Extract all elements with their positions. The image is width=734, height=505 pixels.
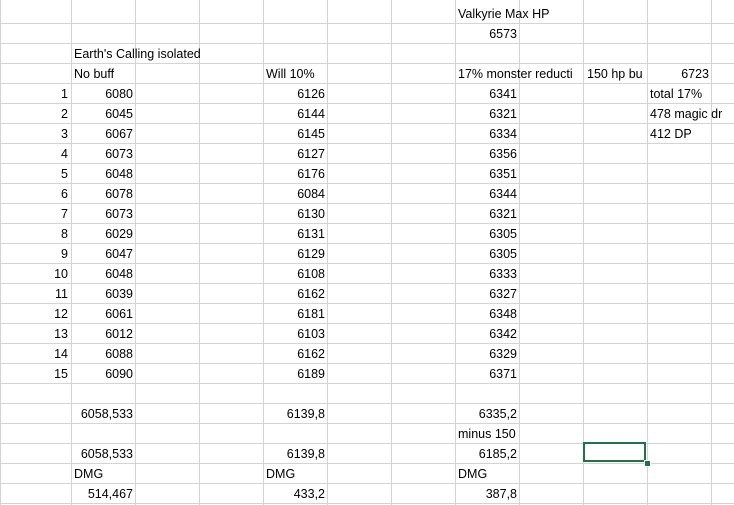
cell-monster[interactable]: 6341: [455, 84, 517, 104]
cell-monster[interactable]: 6334: [455, 124, 517, 144]
cell-monster[interactable]: 6356: [455, 144, 517, 164]
selected-cell[interactable]: [583, 442, 646, 462]
cell-monster[interactable]: 6351: [455, 164, 517, 184]
cell-avg-no-buff[interactable]: 6058,533: [71, 404, 133, 424]
gridline: [583, 0, 584, 505]
cell-will[interactable]: 6176: [263, 164, 325, 184]
cell-valkyrie-header[interactable]: Valkyrie Max HP: [458, 4, 588, 24]
cell-will[interactable]: 6162: [263, 344, 325, 364]
row-index[interactable]: 2: [0, 104, 68, 124]
gridline: [0, 23, 734, 24]
cell-note-dp[interactable]: 412 DP: [650, 124, 712, 144]
row-index[interactable]: 7: [0, 204, 68, 224]
cell-no-buff[interactable]: 6012: [71, 324, 133, 344]
row-index[interactable]: 5: [0, 164, 68, 184]
spreadsheet-grid: Valkyrie Max HP 6573 Earth's Calling iso…: [0, 0, 734, 505]
row-index[interactable]: 1: [0, 84, 68, 104]
cell-dmg-label[interactable]: DMG: [458, 464, 518, 484]
cell-monster[interactable]: 6371: [455, 364, 517, 384]
cell-no-buff[interactable]: 6080: [71, 84, 133, 104]
fill-handle[interactable]: [644, 460, 651, 467]
cell-col-monster[interactable]: 17% monster reducti: [458, 64, 582, 84]
cell-dmg-no-buff[interactable]: 514,467: [71, 484, 133, 504]
cell-monster[interactable]: 6333: [455, 264, 517, 284]
cell-note-magic[interactable]: 478 magic dr: [650, 104, 734, 124]
cell-col-no-buff[interactable]: No buff: [74, 64, 134, 84]
gridline: [327, 0, 328, 505]
cell-avg2-will[interactable]: 6139,8: [263, 444, 325, 464]
cell-no-buff[interactable]: 6061: [71, 304, 133, 324]
cell-monster[interactable]: 6305: [455, 244, 517, 264]
gridline: [199, 0, 200, 505]
cell-no-buff[interactable]: 6045: [71, 104, 133, 124]
cell-monster[interactable]: 6321: [455, 204, 517, 224]
cell-avg-will[interactable]: 6139,8: [263, 404, 325, 424]
cell-will[interactable]: 6162: [263, 284, 325, 304]
cell-monster[interactable]: 6329: [455, 344, 517, 364]
cell-will[interactable]: 6144: [263, 104, 325, 124]
cell-will[interactable]: 6084: [263, 184, 325, 204]
cell-minus-label[interactable]: minus 150: [458, 424, 538, 444]
row-index[interactable]: 12: [0, 304, 68, 324]
cell-no-buff[interactable]: 6073: [71, 204, 133, 224]
row-index[interactable]: 11: [0, 284, 68, 304]
cell-will[interactable]: 6131: [263, 224, 325, 244]
cell-monster[interactable]: 6305: [455, 224, 517, 244]
row-index[interactable]: 13: [0, 324, 68, 344]
cell-will[interactable]: 6126: [263, 84, 325, 104]
cell-dmg-monster[interactable]: 387,8: [455, 484, 517, 504]
cell-will[interactable]: 6103: [263, 324, 325, 344]
cell-note-total[interactable]: total 17%: [650, 84, 712, 104]
cell-no-buff[interactable]: 6090: [71, 364, 133, 384]
cell-hp-buff-value[interactable]: 6723: [647, 64, 709, 84]
cell-no-buff[interactable]: 6048: [71, 164, 133, 184]
cell-monster[interactable]: 6321: [455, 104, 517, 124]
cell-no-buff[interactable]: 6073: [71, 144, 133, 164]
cell-will[interactable]: 6130: [263, 204, 325, 224]
cell-will[interactable]: 6189: [263, 364, 325, 384]
cell-no-buff[interactable]: 6067: [71, 124, 133, 144]
row-index[interactable]: 8: [0, 224, 68, 244]
cell-valkyrie-value[interactable]: 6573: [455, 24, 517, 44]
cell-no-buff[interactable]: 6088: [71, 344, 133, 364]
cell-will[interactable]: 6145: [263, 124, 325, 144]
row-index[interactable]: 3: [0, 124, 68, 144]
cell-avg2-no-buff[interactable]: 6058,533: [71, 444, 133, 464]
cell-will[interactable]: 6181: [263, 304, 325, 324]
cell-monster[interactable]: 6327: [455, 284, 517, 304]
cell-no-buff[interactable]: 6039: [71, 284, 133, 304]
gridline: [711, 0, 712, 505]
cell-no-buff[interactable]: 6029: [71, 224, 133, 244]
cell-no-buff[interactable]: 6047: [71, 244, 133, 264]
cell-will[interactable]: 6127: [263, 144, 325, 164]
cell-avg2-monster[interactable]: 6185,2: [455, 444, 517, 464]
cell-dmg-label[interactable]: DMG: [266, 464, 326, 484]
cell-col-hp-buff[interactable]: 150 hp bu: [587, 64, 646, 84]
row-index[interactable]: 10: [0, 264, 68, 284]
row-index[interactable]: 6: [0, 184, 68, 204]
cell-dmg-will[interactable]: 433,2: [263, 484, 325, 504]
cell-no-buff[interactable]: 6078: [71, 184, 133, 204]
row-index[interactable]: 14: [0, 344, 68, 364]
row-index[interactable]: 9: [0, 244, 68, 264]
cell-title[interactable]: Earth's Calling isolated: [74, 44, 254, 64]
cell-monster[interactable]: 6344: [455, 184, 517, 204]
cell-will[interactable]: 6108: [263, 264, 325, 284]
row-index[interactable]: 4: [0, 144, 68, 164]
cell-col-will[interactable]: Will 10%: [266, 64, 326, 84]
gridline: [391, 0, 392, 505]
cell-will[interactable]: 6129: [263, 244, 325, 264]
cell-dmg-label[interactable]: DMG: [74, 464, 134, 484]
cell-monster[interactable]: 6348: [455, 304, 517, 324]
cell-no-buff[interactable]: 6048: [71, 264, 133, 284]
cell-avg-monster[interactable]: 6335,2: [455, 404, 517, 424]
cell-monster[interactable]: 6342: [455, 324, 517, 344]
row-index[interactable]: 15: [0, 364, 68, 384]
gridline: [135, 0, 136, 505]
